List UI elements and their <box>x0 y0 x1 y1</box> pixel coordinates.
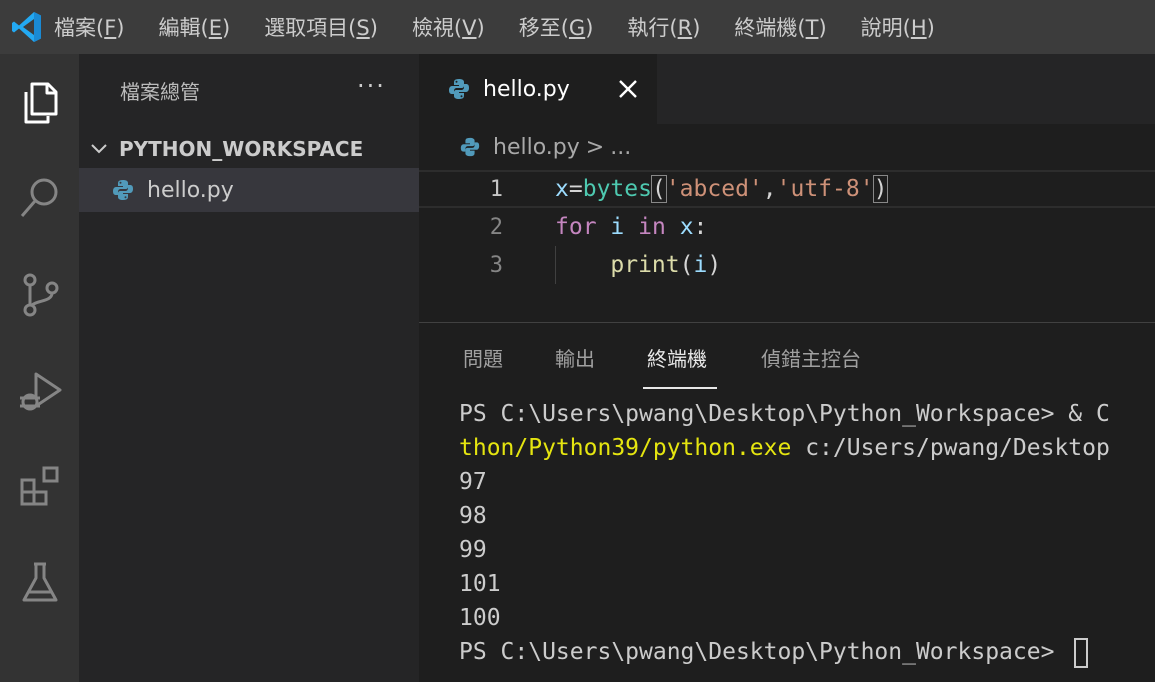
terminal-output: 99 <box>459 537 487 563</box>
code-token: bytes <box>582 176 652 202</box>
code-text: print(i) <box>555 252 721 278</box>
tab-hello-py[interactable]: hello.py <box>419 54 657 124</box>
menu-edit[interactable]: 編輯(E) <box>159 12 231 42</box>
tab-terminal[interactable]: 終端機 <box>647 343 707 372</box>
line-number: 3 <box>489 252 503 278</box>
editor-tab-bar: hello.py <box>419 54 1155 124</box>
explorer-icon[interactable] <box>0 62 79 142</box>
code-line[interactable]: 2 for i in x: <box>419 208 1155 246</box>
tab-label: hello.py <box>483 76 570 102</box>
run-debug-icon[interactable] <box>0 350 79 430</box>
tab-debug-console[interactable]: 偵錯主控台 <box>761 343 861 372</box>
tab-problems[interactable]: 問題 <box>463 343 503 372</box>
panel-tabs: 問題 輸出 終端機 偵錯主控台 <box>419 323 1155 391</box>
active-tab-indicator <box>643 387 717 389</box>
search-icon[interactable] <box>0 158 79 238</box>
menu-bar: 檔案(F) 編輯(E) 選取項目(S) 檢視(V) 移至(G) 執行(R) 終端… <box>0 0 1155 54</box>
activity-bar <box>0 54 79 682</box>
terminal-output: 101 <box>459 571 501 597</box>
code-token: for <box>555 214 597 240</box>
terminal-prompt[interactable]: PS C:\Users\pwang\Desktop\Python_Workspa… <box>459 635 1155 669</box>
source-control-icon[interactable] <box>0 254 79 334</box>
code-token: , <box>762 176 777 202</box>
code-text: for i in x: <box>555 214 707 240</box>
testing-icon[interactable] <box>0 542 79 622</box>
file-item-label: hello.py <box>147 177 234 203</box>
line-number: 2 <box>489 214 503 240</box>
close-icon[interactable] <box>615 76 641 102</box>
menu-go[interactable]: 移至(G) <box>519 12 594 42</box>
workspace-folder[interactable]: PYTHON_WORKSPACE <box>79 132 419 166</box>
python-file-icon <box>459 136 481 158</box>
code-line[interactable]: 3 print(i) <box>419 246 1155 284</box>
breadcrumb-symbols[interactable]: ... <box>610 135 631 160</box>
bottom-panel: 問題 輸出 終端機 偵錯主控台 PS C:\Users\pwang\Deskto… <box>419 322 1155 682</box>
code-line[interactable]: 1 x=bytes('abced','utf-8') <box>419 170 1155 208</box>
code-token: ) <box>707 252 722 278</box>
menu-selection[interactable]: 選取項目(S) <box>264 12 378 42</box>
code-editor[interactable]: 1 x=bytes('abced','utf-8') 2 for i in x:… <box>419 170 1155 320</box>
python-file-icon <box>111 178 135 202</box>
code-token: 'abced' <box>665 176 763 202</box>
code-token: x <box>555 176 569 202</box>
file-item-hello-py[interactable]: hello.py <box>79 168 419 212</box>
breadcrumb-separator: > <box>585 134 605 160</box>
more-actions-button[interactable]: ··· <box>357 72 386 100</box>
menu-help[interactable]: 說明(H) <box>861 12 935 42</box>
code-token: ( <box>650 175 667 203</box>
code-text: x=bytes('abced','utf-8') <box>555 175 889 203</box>
menu-terminal[interactable]: 終端機(T) <box>734 12 826 42</box>
vscode-window: 檔案(F) 編輯(E) 選取項目(S) 檢視(V) 移至(G) 執行(R) 終端… <box>0 0 1155 682</box>
breadcrumb: hello.py > ... <box>419 124 1155 170</box>
terminal-output: 97 <box>459 469 487 495</box>
code-token: x <box>679 214 694 240</box>
workspace-folder-label: PYTHON_WORKSPACE <box>119 137 364 161</box>
terminal-cursor <box>1074 637 1089 668</box>
terminal-line: PS C:\Users\pwang\Desktop\Python_Workspa… <box>459 401 1110 427</box>
terminal[interactable]: PS C:\Users\pwang\Desktop\Python_Workspa… <box>459 397 1155 669</box>
code-token: print <box>610 252 680 278</box>
python-file-icon <box>447 77 471 101</box>
code-token: ( <box>679 252 694 278</box>
sidebar-title: 檔案總管 <box>120 80 200 104</box>
code-token: in <box>638 214 666 240</box>
tab-output[interactable]: 輸出 <box>555 343 595 372</box>
menu-run[interactable]: 執行(R) <box>627 12 700 42</box>
code-token: ) <box>872 175 889 203</box>
indent-guide <box>555 246 556 284</box>
line-number: 1 <box>489 176 503 202</box>
terminal-output: 100 <box>459 605 501 631</box>
explorer-sidebar: 檔案總管 ··· PYTHON_WORKSPACE hello.py <box>79 54 419 682</box>
menu-file[interactable]: 檔案(F) <box>54 12 125 42</box>
breadcrumb-file[interactable]: hello.py <box>493 135 580 160</box>
code-token: : <box>693 214 708 240</box>
code-token: = <box>568 176 583 202</box>
menu-view[interactable]: 檢視(V) <box>412 12 485 42</box>
code-token: i <box>693 252 708 278</box>
code-token: 'utf-8' <box>776 176 874 202</box>
terminal-output: 98 <box>459 503 487 529</box>
vscode-logo-icon <box>0 0 54 54</box>
code-token: i <box>610 214 625 240</box>
extensions-icon[interactable] <box>0 446 79 526</box>
chevron-down-icon <box>79 139 119 159</box>
terminal-line: thon/Python39/python.exe c:/Users/pwang/… <box>459 435 1110 461</box>
